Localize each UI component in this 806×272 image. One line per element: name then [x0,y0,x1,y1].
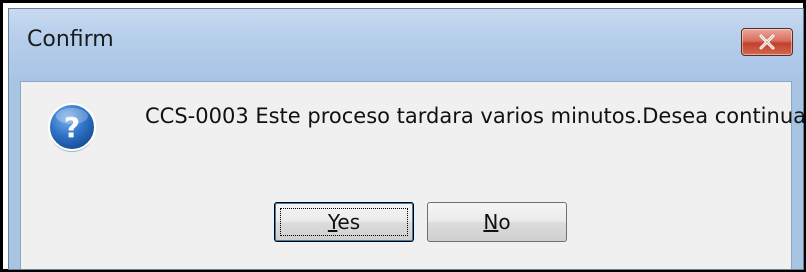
yes-button[interactable]: Yes [274,202,414,242]
dialog-message: CCS-0003 Este proceso tardara varios min… [145,104,806,128]
close-x-icon [759,34,775,50]
no-label-rest: o [498,210,511,234]
no-mnemonic: N [483,210,499,234]
yes-button-label: Yes [328,210,360,234]
no-button[interactable]: No [427,202,567,242]
dialog-title: Confirm [27,27,114,52]
dialog-body: ? CCS-0003 Este proceso tardara varios m… [20,81,806,269]
yes-label-rest: es [337,210,361,234]
confirm-dialog: Confirm ? CCS-0003 Este proceso tardara … [8,8,806,270]
svg-text:?: ? [64,111,80,144]
screenshot-frame: Confirm ? CCS-0003 Este proceso tardara … [0,0,806,272]
title-bar[interactable]: Confirm [9,9,803,81]
no-button-label: No [483,210,510,234]
question-icon: ? [48,103,96,152]
yes-mnemonic: Y [327,210,338,234]
close-button[interactable] [741,28,793,56]
